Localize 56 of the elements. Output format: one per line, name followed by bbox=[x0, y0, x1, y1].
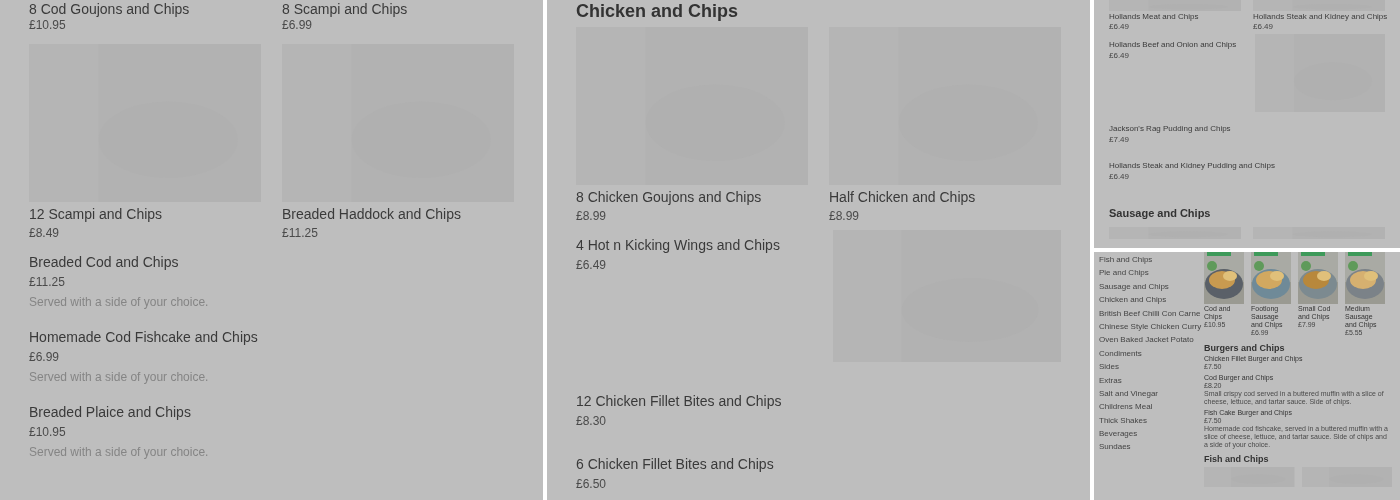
item-price: £11.25 bbox=[282, 225, 319, 241]
item-price: £11.25 bbox=[29, 274, 65, 290]
category-link[interactable]: Pie and Chips bbox=[1099, 268, 1204, 279]
item-name: 8 Chicken Goujons and Chips bbox=[576, 188, 763, 206]
category-link[interactable]: Sides bbox=[1099, 362, 1204, 373]
category-link[interactable]: Chinese Style Chicken Curry bbox=[1099, 321, 1204, 332]
category-link[interactable]: Oven Baked Jacket Potato bbox=[1099, 335, 1204, 346]
item-name: 6 Chicken Fillet Bites and Chips bbox=[576, 455, 774, 473]
item-description: Served with a side of your choice. bbox=[29, 294, 209, 310]
category-link[interactable]: Fish and Chips bbox=[1099, 255, 1204, 265]
item-price: £10.95 bbox=[29, 18, 67, 32]
item-price: £6.50 bbox=[576, 476, 607, 492]
category-link[interactable]: Extras bbox=[1099, 375, 1204, 386]
item-description: Served with a side of your choice. bbox=[29, 369, 209, 385]
item-name: 8 Scampi and Chips bbox=[282, 1, 409, 17]
item-name: Hollands Beef and Onion and Chips bbox=[1109, 40, 1237, 50]
item-price: £8.30 bbox=[576, 413, 607, 429]
category-link[interactable]: Condiments bbox=[1099, 348, 1204, 359]
item-price: £8.49 bbox=[29, 225, 61, 241]
item-price: £6.49 bbox=[1109, 22, 1131, 32]
item-name: Jackson's Rag Pudding and Chips bbox=[1109, 124, 1231, 134]
item-name: Hollands Meat and Chips bbox=[1109, 12, 1200, 22]
category-link[interactable]: British Beef Chilli Con Carne bbox=[1099, 308, 1204, 319]
item-price: £6.99 bbox=[282, 18, 314, 32]
item-name: 4 Hot n Kicking Wings and Chips bbox=[576, 236, 780, 254]
category-link[interactable]: Chicken and Chips bbox=[1099, 295, 1204, 306]
section-heading: Sausage and Chips bbox=[1109, 206, 1212, 220]
section-heading: Chicken and Chips bbox=[576, 1, 740, 21]
item-price: £10.95 bbox=[29, 424, 66, 440]
item-price: £7.49 bbox=[1109, 135, 1130, 145]
item-name: Breaded Plaice and Chips bbox=[29, 403, 191, 421]
item-name: Half Chicken and Chips bbox=[829, 188, 977, 206]
category-link[interactable]: Beverages bbox=[1099, 429, 1204, 440]
category-link[interactable]: Childrens Meal bbox=[1099, 402, 1204, 413]
item-name: Homemade Cod Fishcake and Chips bbox=[29, 328, 258, 346]
item-name: 8 Cod Goujons and Chips bbox=[29, 1, 191, 17]
item-name: Breaded Haddock and Chips bbox=[282, 205, 462, 223]
item-name: Hollands Steak and Kidney and Chips bbox=[1253, 12, 1385, 22]
item-name: 12 Scampi and Chips bbox=[29, 205, 164, 223]
item-price: £6.99 bbox=[29, 349, 60, 365]
item-description: Served with a side of your choice. bbox=[29, 444, 209, 460]
section-heading: Burgers and Chips bbox=[1204, 343, 1286, 353]
section-heading: Fish and Chips bbox=[1204, 454, 1270, 464]
item-price: £6.49 bbox=[1253, 22, 1275, 32]
category-link[interactable]: Salt and Vinegar bbox=[1099, 388, 1204, 399]
category-link[interactable]: Thick Shakes bbox=[1099, 415, 1204, 426]
item-price: £8.99 bbox=[576, 208, 608, 224]
item-price: £6.49 bbox=[1109, 51, 1130, 61]
item-price: £6.49 bbox=[1109, 172, 1130, 182]
item-price: £8.99 bbox=[829, 208, 861, 224]
item-name: Breaded Cod and Chips bbox=[29, 253, 179, 271]
category-link[interactable]: Sausage and Chips bbox=[1099, 281, 1204, 292]
item-name: 12 Chicken Fillet Bites and Chips bbox=[576, 392, 782, 410]
item-price: £6.49 bbox=[576, 257, 607, 273]
item-name: Hollands Steak and Kidney Pudding and Chips bbox=[1109, 161, 1275, 171]
category-link[interactable]: Sundaes bbox=[1099, 442, 1204, 453]
